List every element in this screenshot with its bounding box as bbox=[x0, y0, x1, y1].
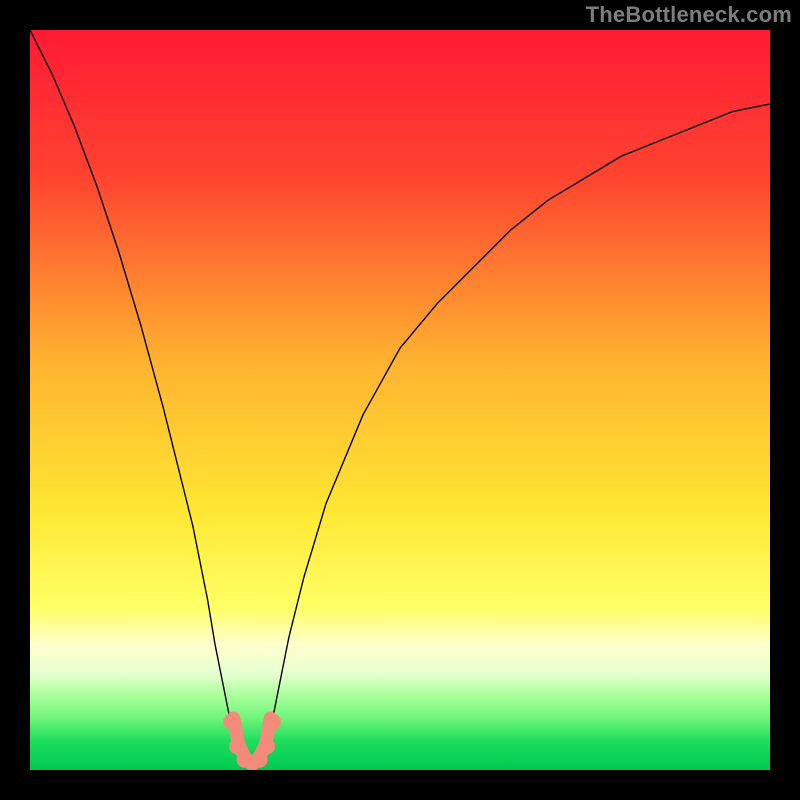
plot-area bbox=[30, 30, 770, 770]
minimum-dot bbox=[223, 714, 239, 730]
minimum-dot bbox=[259, 738, 275, 754]
watermark-text: TheBottleneck.com bbox=[586, 2, 792, 28]
minimum-dot bbox=[265, 714, 281, 730]
bottleneck-chart bbox=[30, 30, 770, 770]
chart-frame: TheBottleneck.com bbox=[0, 0, 800, 800]
